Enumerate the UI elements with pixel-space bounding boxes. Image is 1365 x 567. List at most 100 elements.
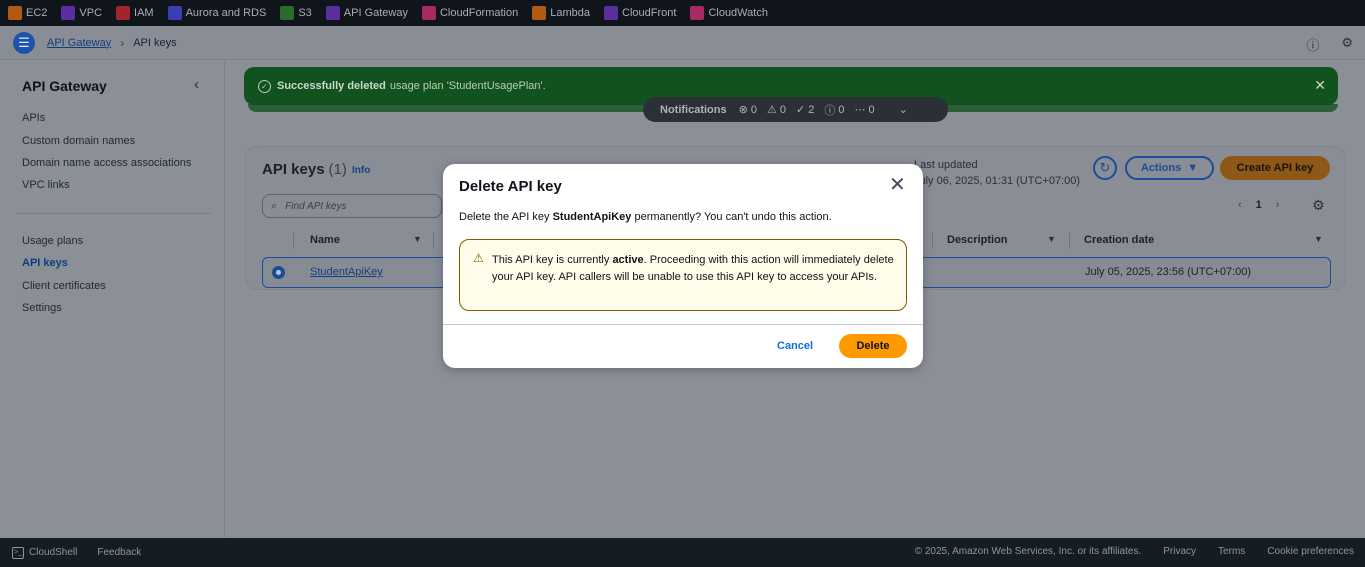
pagination: ‹ 1 › <box>1238 199 1279 211</box>
creation-date-cell: July 05, 2025, 23:56 (UTC+07:00) <box>1085 266 1252 278</box>
copyright-text: © 2025, Amazon Web Services, Inc. or its… <box>914 546 1142 557</box>
service-shortcut-ec2[interactable]: EC2 <box>8 6 47 20</box>
row-radio-selected[interactable] <box>272 266 285 279</box>
next-page-icon[interactable]: › <box>1276 199 1280 211</box>
warning-alert: ⚠ This API key is currently active. Proc… <box>459 239 907 311</box>
sidebar-item-usage-plans[interactable]: Usage plans <box>22 235 83 247</box>
service-shortcut-cloudfront[interactable]: CloudFront <box>604 6 676 20</box>
footer: >_ CloudShell Feedback © 2025, Amazon We… <box>0 538 1365 567</box>
actions-button[interactable]: Actions ▼ <box>1125 156 1214 180</box>
cloudwatch-icon <box>690 6 705 20</box>
refresh-button[interactable]: ↻ <box>1093 156 1117 180</box>
previous-page-icon[interactable]: ‹ <box>1238 199 1242 211</box>
privacy-link[interactable]: Privacy <box>1163 546 1196 557</box>
cloudshell-label: CloudShell <box>29 547 78 558</box>
service-shortcut-lambda[interactable]: Lambda <box>532 6 590 20</box>
column-header-description[interactable]: Description <box>947 234 1008 246</box>
iam-icon <box>116 6 131 20</box>
notification-count: ⚠ 0 <box>767 102 786 118</box>
breadcrumb-bar: ☰ API Gateway › API keys ⓘ ⚙ <box>0 26 1365 60</box>
notification-count: ⋯ 0 <box>854 102 874 118</box>
info-icon: ⓘ <box>824 104 836 117</box>
desc-after: permanently? You can't undo this action. <box>631 211 832 223</box>
service-shortcut-iam[interactable]: IAM <box>116 6 154 20</box>
notifications-bar[interactable]: Notifications ⊗ 0 ⚠ 0 ✓ 2 ⓘ 0 ⋯ 0 ⌄ <box>643 97 948 122</box>
cloudfront-icon <box>604 6 619 20</box>
notification-count-value: 0 <box>779 103 786 116</box>
notification-count: ✓ 2 <box>796 102 814 118</box>
search-input[interactable]: ⌕ Find API keys <box>262 194 442 218</box>
breadcrumb-separator: › <box>120 35 125 50</box>
breadcrumb-api-gateway[interactable]: API Gateway <box>47 37 111 49</box>
sidebar: API Gateway ‹ APIs Custom domain names D… <box>0 60 225 538</box>
service-shortcut-aurora-and-rds[interactable]: Aurora and RDS <box>167 6 267 20</box>
last-updated-label: Last updated <box>914 159 978 171</box>
menu-icon[interactable]: ☰ <box>13 31 35 54</box>
create-api-key-button[interactable]: Create API key <box>1220 156 1330 180</box>
success-icon: ✓ <box>795 104 806 116</box>
delete-button[interactable]: Delete <box>839 334 907 358</box>
lambda-icon <box>532 6 547 20</box>
warn-before: This API key is currently <box>492 254 613 266</box>
service-shortcut-s3[interactable]: S3 <box>280 6 312 20</box>
table-preferences-icon[interactable]: ⚙ <box>1312 197 1325 214</box>
services-bar: EC2 VPC IAM Aurora and RDS S3 API Gateway Clou… <box>0 0 1365 26</box>
vpc-icon <box>61 6 76 20</box>
service-shortcut-cloudformation[interactable]: CloudFormation <box>421 6 519 20</box>
column-header-name[interactable]: Name <box>310 234 340 246</box>
collapse-sidebar-icon[interactable]: ‹ <box>194 76 199 93</box>
caret-down-icon: ▼ <box>1187 162 1199 174</box>
feedback-link[interactable]: Feedback <box>97 547 141 558</box>
sidebar-item-vpc-links[interactable]: VPC links <box>22 179 70 191</box>
panel-title-text: API keys <box>262 161 325 178</box>
sidebar-item-api-keys[interactable]: API keys <box>22 257 68 269</box>
cancel-button[interactable]: Cancel <box>777 340 813 352</box>
panel-count: (1) <box>328 161 347 178</box>
service-shortcut-vpc[interactable]: VPC <box>61 6 102 20</box>
cloudformation-icon <box>421 6 436 20</box>
info-link[interactable]: Info <box>352 165 370 176</box>
breadcrumb: API Gateway › API keys <box>47 36 177 50</box>
terms-link[interactable]: Terms <box>1218 546 1245 557</box>
close-icon[interactable]: ✕ <box>889 175 906 195</box>
service-shortcut-api-gateway[interactable]: API Gateway <box>325 6 408 20</box>
last-updated-value: July 06, 2025, 01:31 (UTC+07:00) <box>914 175 1081 187</box>
column-separator <box>932 233 933 249</box>
settings-icon[interactable]: ⚙ <box>1341 35 1353 54</box>
service-label: CloudFront <box>622 7 677 19</box>
service-label: VPC <box>79 7 103 19</box>
notification-count: ⓘ 0 <box>824 102 844 118</box>
cookie-preferences-link[interactable]: Cookie preferences <box>1267 546 1354 557</box>
actions-label: Actions <box>1140 162 1182 174</box>
dismiss-banner-icon[interactable]: ✕ <box>1314 77 1326 94</box>
notification-count-value: 0 <box>868 103 875 116</box>
service-label: EC2 <box>26 7 48 19</box>
api-key-name-link[interactable]: StudentApiKey <box>310 266 383 278</box>
breadcrumb-current: API keys <box>133 36 177 49</box>
dialog-description: Delete the API key StudentApiKey permane… <box>459 211 832 223</box>
sort-icon[interactable]: ▼ <box>413 234 422 244</box>
sort-icon[interactable]: ▼ <box>1047 234 1056 244</box>
search-placeholder: Find API keys <box>285 200 347 212</box>
warning-text: This API key is currently active. Procee… <box>492 252 897 285</box>
sidebar-item-domain-name-access-associations[interactable]: Domain name access associations <box>22 157 191 169</box>
info-icon[interactable]: ⓘ <box>1306 35 1319 54</box>
sidebar-item-apis[interactable]: APIs <box>22 112 45 124</box>
chevron-down-icon[interactable]: ⌄ <box>899 103 908 116</box>
service-label: Lambda <box>550 7 591 19</box>
page-number[interactable]: 1 <box>1256 199 1262 211</box>
cloudshell-button[interactable]: >_ CloudShell <box>12 546 78 559</box>
sidebar-item-client-certificates[interactable]: Client certificates <box>22 280 106 292</box>
sort-icon[interactable]: ▼ <box>1314 234 1323 244</box>
service-label: CloudFormation <box>439 7 519 19</box>
notification-count-value: 2 <box>808 103 815 116</box>
service-shortcut-cloudwatch[interactable]: CloudWatch <box>690 6 768 20</box>
column-header-creation-date[interactable]: Creation date <box>1084 234 1154 246</box>
banner-text: usage plan 'StudentUsagePlan'. <box>389 80 546 92</box>
refresh-icon: ↻ <box>1099 160 1111 175</box>
sidebar-item-custom-domain-names[interactable]: Custom domain names <box>22 135 135 147</box>
service-label: Aurora and RDS <box>185 7 267 19</box>
desc-before: Delete the API key <box>459 211 553 223</box>
notification-count-value: 0 <box>838 103 845 116</box>
sidebar-item-settings[interactable]: Settings <box>22 302 62 314</box>
